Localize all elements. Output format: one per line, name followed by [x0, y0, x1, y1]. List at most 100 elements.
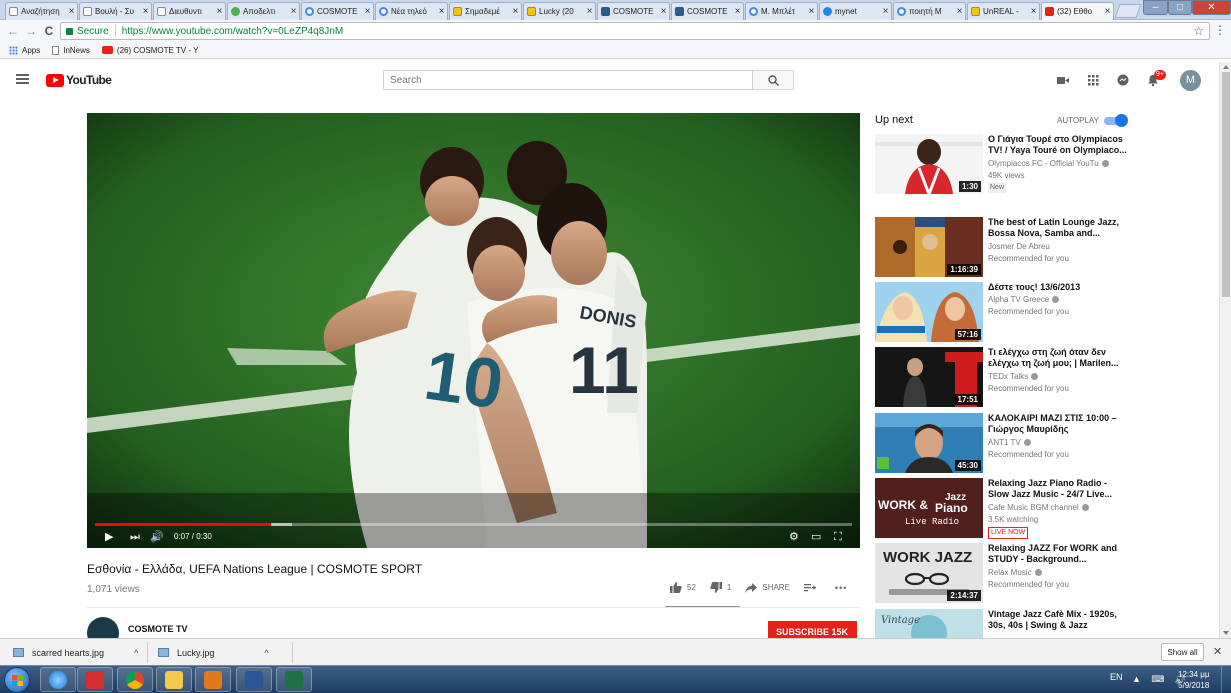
like-button[interactable]: 52 [670, 582, 696, 593]
tab-close-icon[interactable]: × [806, 6, 817, 17]
taskbar-chrome[interactable] [117, 667, 153, 692]
recommendation-item[interactable]: 1:16:39 The best of Latin Lounge Jazz, B… [875, 217, 1135, 277]
search-button[interactable] [752, 70, 794, 90]
menu-icon[interactable] [16, 74, 29, 84]
tab-close-icon[interactable]: × [66, 6, 77, 17]
settings-gear-icon[interactable]: ⚙ [789, 530, 799, 544]
video-thumbnail[interactable]: WORK JAZZ 2:14:37 [875, 543, 983, 603]
taskbar-app[interactable] [77, 667, 113, 692]
tab-close-icon[interactable]: × [436, 6, 447, 17]
rec-title[interactable]: Ο Γιάγια Τουρέ στο Olympiacos TV! / Yaya… [988, 134, 1128, 156]
tab-close-icon[interactable]: × [732, 6, 743, 17]
page-scrollbar[interactable] [1219, 62, 1231, 638]
tab-close-icon[interactable]: × [954, 6, 965, 17]
rec-title[interactable]: Relaxing Jazz Piano Radio - Slow Jazz Mu… [988, 478, 1128, 500]
add-to-playlist-button[interactable] [803, 583, 821, 593]
chevron-up-icon[interactable]: ^ [264, 648, 268, 658]
browser-tab[interactable]: Βουλή - Συ × [79, 2, 152, 20]
video-thumbnail[interactable]: WORK & Jazz Piano Live Radio [875, 478, 983, 538]
browser-tab[interactable]: Αποδελτι × [227, 2, 300, 20]
taskbar-file-explorer[interactable] [156, 667, 192, 692]
start-button[interactable] [4, 667, 30, 693]
browser-tab-active[interactable]: (32) Εθθο × [1041, 2, 1114, 20]
recommendation-item[interactable]: 1:30 Ο Γιάγια Τουρέ στο Olympiacos TV! /… [875, 134, 1135, 194]
browser-tab[interactable]: mynet × [819, 2, 892, 20]
video-thumbnail[interactable]: 1:16:39 [875, 217, 983, 277]
scroll-down-arrow-icon[interactable] [1223, 631, 1229, 635]
rec-title[interactable]: Relaxing JAZZ For WORK and STUDY - Backg… [988, 543, 1128, 565]
tab-close-icon[interactable]: × [214, 6, 225, 17]
taskbar-internet-explorer[interactable] [40, 667, 76, 692]
scroll-up-arrow-icon[interactable] [1223, 65, 1229, 69]
rec-title[interactable]: Vintage Jazz Cafè Mix - 1920s, 30s, 40s … [988, 609, 1128, 631]
messages-icon[interactable] [1116, 73, 1130, 87]
window-close-button[interactable]: ✕ [1192, 0, 1231, 15]
share-button[interactable]: SHARE [745, 582, 790, 593]
video-thumbnail[interactable]: 57:16 [875, 282, 983, 342]
video-player[interactable]: 10 11 DONIS ▶ ⏭ 🔊 0:07 / 0:30 ⚙ ▭ ⛶ [87, 113, 860, 548]
browser-tab[interactable]: COSMOTE × [597, 2, 670, 20]
video-thumbnail[interactable]: Vintage [875, 609, 983, 638]
theater-mode-icon[interactable]: ▭ [811, 530, 821, 544]
browser-tab[interactable]: Αναζήτηση × [5, 2, 78, 20]
chrome-menu-icon[interactable]: ⋮ [1214, 23, 1226, 37]
new-tab-button[interactable] [1114, 4, 1142, 18]
download-item[interactable]: scarred hearts.jpg ^ [13, 644, 138, 661]
video-thumbnail[interactable]: 1:30 [875, 134, 983, 194]
clock[interactable]: 12:34 μμ 5/9/2018 [1178, 669, 1209, 691]
tab-close-icon[interactable]: × [1102, 6, 1113, 17]
show-all-downloads-button[interactable]: Show all [1161, 643, 1204, 661]
scrollbar-thumb[interactable] [1222, 72, 1230, 297]
browser-tab[interactable]: Μ. Μπλέτ × [745, 2, 818, 20]
forward-button[interactable]: → [24, 23, 38, 39]
bookmark-innews[interactable]: InNews [52, 45, 90, 55]
tab-close-icon[interactable]: × [1028, 6, 1039, 17]
video-thumbnail[interactable]: 45:30 [875, 413, 983, 473]
browser-tab[interactable]: Lucky (20 × [523, 2, 596, 20]
rec-title[interactable]: Δέστε τους! 13/6/2013 [988, 282, 1128, 293]
video-thumbnail[interactable]: 17:51 [875, 347, 983, 407]
window-minimize-button[interactable]: – [1143, 0, 1168, 15]
tab-close-icon[interactable]: × [362, 6, 373, 17]
reload-button[interactable]: C [42, 23, 56, 39]
subscribe-button[interactable]: SUBSCRIBE 15K [768, 621, 857, 638]
bookmark-apps[interactable]: Apps [9, 45, 40, 55]
browser-tab[interactable]: UnREAL - × [967, 2, 1040, 20]
more-actions-button[interactable]: ••• [835, 583, 847, 593]
account-avatar[interactable]: M [1180, 70, 1201, 91]
bookmark-cosmote-tv[interactable]: (26) COSMOTE TV - Y [101, 46, 198, 55]
tab-close-icon[interactable]: × [510, 6, 521, 17]
chevron-up-icon[interactable]: ^ [134, 648, 138, 658]
tab-close-icon[interactable]: × [658, 6, 669, 17]
search-input[interactable] [383, 70, 753, 90]
recommendation-item[interactable]: WORK & Jazz Piano Live Radio Relaxing Ja… [875, 478, 1135, 539]
next-icon[interactable]: ⏭ [130, 530, 140, 544]
language-indicator[interactable]: EN [1110, 672, 1123, 682]
dislike-button[interactable]: 1 [710, 582, 731, 593]
youtube-logo[interactable]: YouTube [46, 73, 112, 87]
browser-tab[interactable]: ποιητή Μ × [893, 2, 966, 20]
recommendation-item[interactable]: 57:16 Δέστε τους! 13/6/2013 Alpha TV Gre… [875, 282, 1135, 342]
volume-icon[interactable]: 🔊 [150, 530, 164, 544]
fullscreen-icon[interactable]: ⛶ [834, 530, 842, 544]
taskbar-excel[interactable] [276, 667, 312, 692]
browser-tab[interactable]: Σημαδεμέ × [449, 2, 522, 20]
channel-avatar[interactable] [87, 617, 119, 638]
url-text[interactable]: https://www.youtube.com/watch?v=0LeZP4q8… [122, 26, 344, 37]
rec-title[interactable]: Τι ελέγχω στη ζωή όταν δεν ελέγχω τη ζωή… [988, 347, 1128, 369]
rec-title[interactable]: ΚΑΛΟΚΑΙΡΙ ΜΑΖΙ ΣΤΙΣ 10:00 – Γιώργος Μαυρ… [988, 413, 1128, 435]
tab-close-icon[interactable]: × [880, 6, 891, 17]
taskbar-word[interactable] [236, 667, 272, 692]
download-item[interactable]: Lucky.jpg ^ [158, 644, 269, 661]
apps-grid-icon[interactable] [1086, 73, 1100, 87]
rec-title[interactable]: The best of Latin Lounge Jazz, Bossa Nov… [988, 217, 1128, 239]
address-bar[interactable]: Secure https://www.youtube.com/watch?v=0… [60, 22, 1210, 40]
progress-bar[interactable] [95, 523, 852, 526]
channel-name[interactable]: COSMOTE TV [128, 624, 188, 634]
browser-tab[interactable]: COSMOTE × [671, 2, 744, 20]
browser-tab[interactable]: Διευθυντι × [153, 2, 226, 20]
recommendation-item[interactable]: 17:51 Τι ελέγχω στη ζωή όταν δεν ελέγχω … [875, 347, 1135, 407]
recommendation-item[interactable]: WORK JAZZ 2:14:37 Relaxing JAZZ For WORK… [875, 543, 1135, 603]
browser-tab[interactable]: COSMOTE × [301, 2, 374, 20]
autoplay-toggle[interactable] [1104, 114, 1128, 127]
